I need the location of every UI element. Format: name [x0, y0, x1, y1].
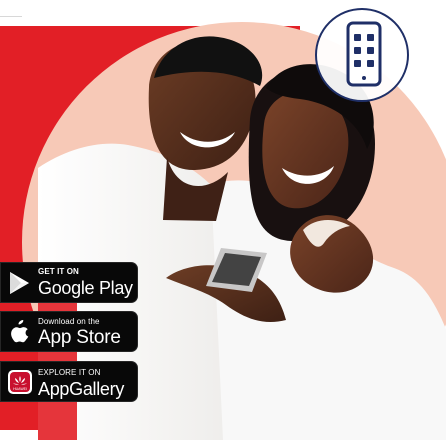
app-gallery-label: AppGallery: [38, 379, 125, 399]
google-play-icon: [7, 270, 33, 296]
top-divider: [0, 16, 22, 17]
mobile-phone-app-grid-icon: [346, 21, 382, 87]
app-gallery-button[interactable]: HUAWEI EXPLORE IT ON AppGallery: [0, 361, 138, 402]
google-play-small-label: GET IT ON: [38, 267, 79, 276]
app-store-label: App Store: [38, 327, 121, 348]
google-play-label: Google Play: [38, 278, 133, 298]
app-gallery-small-label: EXPLORE IT ON: [38, 368, 101, 377]
app-store-small-label: Download on the: [38, 317, 100, 326]
app-store-button[interactable]: Download on the App Store: [0, 311, 138, 352]
svg-text:HUAWEI: HUAWEI: [13, 387, 27, 391]
mobile-phone-app-grid-badge: [315, 8, 409, 102]
google-play-button[interactable]: GET IT ON Google Play: [0, 262, 138, 303]
apple-icon: [7, 319, 33, 345]
huawei-icon: HUAWEI: [7, 369, 33, 395]
app-download-promo: GET IT ON Google Play Download on the Ap…: [0, 0, 446, 440]
